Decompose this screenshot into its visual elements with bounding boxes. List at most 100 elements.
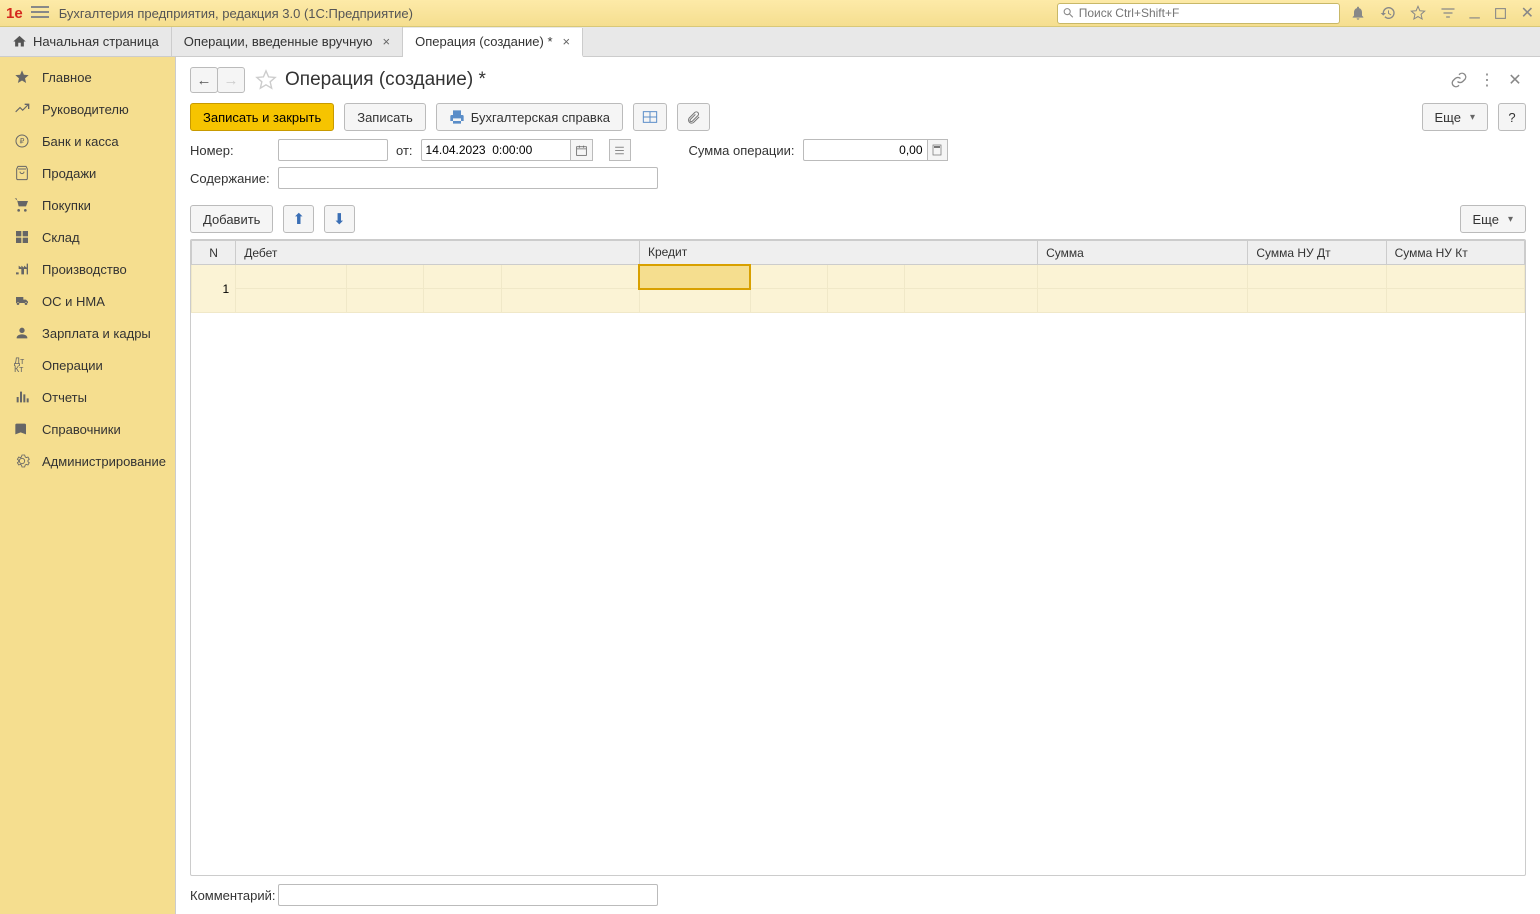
global-search[interactable] [1057,3,1340,24]
favorite-star-icon[interactable] [255,69,277,91]
arrow-down-icon: ⬇ [333,210,346,228]
sidebar-item-sales[interactable]: Продажи [0,157,175,189]
col-nu-dt[interactable]: Сумма НУ Дт [1248,241,1386,265]
tab-close-icon[interactable]: × [563,34,571,49]
sidebar-item-admin[interactable]: Администрирование [0,445,175,477]
kebab-menu-icon[interactable]: ⋮ [1476,70,1498,90]
credit-cell-4[interactable] [905,265,1038,289]
filter-icon[interactable] [1440,5,1456,21]
sidebar-item-salary[interactable]: Зарплата и кадры [0,317,175,349]
minimize-icon[interactable]: _ [1470,0,1480,20]
sidebar-item-warehouse[interactable]: Склад [0,221,175,253]
print-ref-label: Бухгалтерская справка [471,110,610,125]
credit-cell-2[interactable] [750,265,827,289]
number-input[interactable] [278,139,388,161]
col-debit[interactable]: Дебет [236,241,640,265]
col-nu-kt[interactable]: Сумма НУ Кт [1386,241,1524,265]
debit-sub-4[interactable] [501,289,639,313]
sidebar-item-label: Администрирование [42,454,166,469]
close-icon[interactable]: ✕ [1521,3,1534,23]
calculator-button[interactable] [928,139,948,161]
sidebar-item-main[interactable]: Главное [0,61,175,93]
history-icon[interactable] [1380,5,1396,21]
credit-sub-4[interactable] [905,289,1038,313]
debit-sub-3[interactable] [424,289,501,313]
calculator-icon [931,144,943,156]
dtkt-button[interactable] [633,103,667,131]
debit-cell-2[interactable] [346,265,423,289]
table-row[interactable]: 1 [192,265,1525,289]
postings-grid[interactable]: N Дебет Кредит Сумма Сумма НУ Дт Сумма Н… [190,239,1526,876]
sidebar-item-purchases[interactable]: Покупки [0,189,175,221]
tab-close-icon[interactable]: × [383,34,391,49]
sidebar-item-assets[interactable]: ОС и НМА [0,285,175,317]
col-n[interactable]: N [192,241,236,265]
save-and-close-button[interactable]: Записать и закрыть [190,103,334,131]
arrow-up-icon: ⬆ [292,210,305,228]
debit-cell-3[interactable] [424,265,501,289]
move-up-button[interactable]: ⬆ [283,205,314,233]
credit-account-cell[interactable] [639,265,750,289]
content-input[interactable] [278,167,658,189]
debit-cell-4[interactable] [501,265,639,289]
col-sum[interactable]: Сумма [1038,241,1248,265]
date-input[interactable] [421,139,571,161]
nav-forward-button[interactable]: → [217,67,245,93]
sum-input[interactable] [803,139,928,161]
table-more-button[interactable]: Еще [1460,205,1526,233]
nu-kt-sub[interactable] [1386,289,1524,313]
sum-cell[interactable] [1038,265,1248,289]
col-credit[interactable]: Кредит [639,241,1037,265]
nu-dt-cell[interactable] [1248,265,1386,289]
tab-label: Операции, введенные вручную [184,34,373,49]
debit-account-cell[interactable] [236,265,347,289]
factory-icon [14,261,30,277]
gear-icon [14,453,30,469]
bag-icon [14,165,30,181]
search-icon [1062,6,1075,20]
sidebar-item-catalogs[interactable]: Справочники [0,413,175,445]
maximize-icon[interactable] [1494,7,1507,20]
list-icon [613,144,626,157]
sidebar-item-label: Зарплата и кадры [42,326,151,341]
help-button[interactable]: ? [1498,103,1526,131]
sidebar-item-operations[interactable]: ДтКтОперации [0,349,175,381]
add-button[interactable]: Добавить [190,205,273,233]
tab-operations-list[interactable]: Операции, введенные вручную × [172,27,403,56]
credit-sub-1[interactable] [639,289,750,313]
tab-operation-create[interactable]: Операция (создание) * × [403,28,583,57]
more-label: Еще [1473,212,1499,227]
add-label: Добавить [203,212,260,227]
menu-icon[interactable] [31,6,49,20]
sum-sub[interactable] [1038,289,1248,313]
save-button[interactable]: Записать [344,103,426,131]
app-logo: 1e [6,5,23,22]
sidebar-item-production[interactable]: Производство [0,253,175,285]
credit-sub-2[interactable] [750,289,827,313]
sidebar-item-bank[interactable]: ₽Банк и касса [0,125,175,157]
more-button[interactable]: Еще [1422,103,1488,131]
debit-sub-1[interactable] [236,289,347,313]
bell-icon[interactable] [1350,5,1366,21]
home-icon [12,34,27,49]
debit-sub-2[interactable] [346,289,423,313]
move-down-button[interactable]: ⬇ [324,205,355,233]
sidebar-item-manager[interactable]: Руководителю [0,93,175,125]
link-icon[interactable] [1448,71,1470,89]
comment-input[interactable] [278,884,658,906]
table-row-sub[interactable] [192,289,1525,313]
tab-home[interactable]: Начальная страница [0,27,172,56]
list-button[interactable] [609,139,631,161]
credit-cell-3[interactable] [827,265,904,289]
nu-dt-sub[interactable] [1248,289,1386,313]
calendar-button[interactable] [571,139,593,161]
sidebar-item-reports[interactable]: Отчеты [0,381,175,413]
print-reference-button[interactable]: Бухгалтерская справка [436,103,623,131]
credit-sub-3[interactable] [827,289,904,313]
attachment-button[interactable] [677,103,710,131]
nav-back-button[interactable]: ← [190,67,218,93]
nu-kt-cell[interactable] [1386,265,1524,289]
star-icon[interactable] [1410,5,1426,21]
close-page-icon[interactable]: ✕ [1504,70,1526,90]
search-input[interactable] [1079,6,1335,20]
